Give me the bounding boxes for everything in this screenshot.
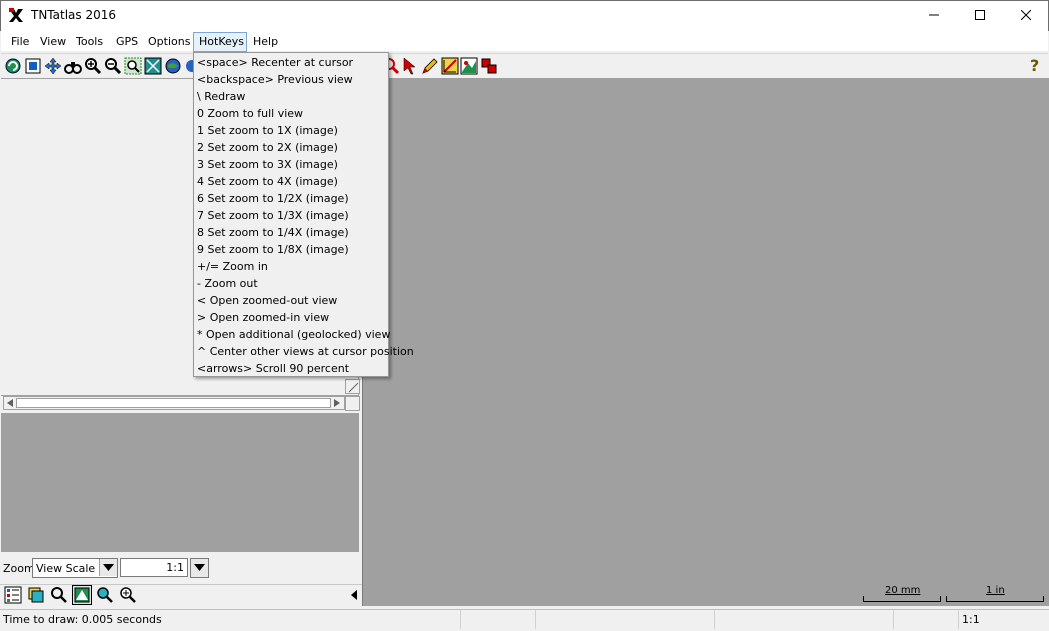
full-view-icon[interactable]	[24, 57, 42, 75]
hotkeys-item-center-other-views[interactable]: ^ Center other views at cursor position	[197, 345, 414, 358]
hotkeys-item-zoom-out[interactable]: - Zoom out	[197, 277, 258, 290]
zoom-mode-dropdown-button[interactable]	[99, 559, 117, 576]
map-view[interactable]	[362, 78, 1049, 606]
window-title: TNTatlas 2016	[31, 8, 117, 22]
scalebar-imperial	[946, 596, 1044, 602]
zoom-extents-icon[interactable]	[144, 57, 162, 75]
preview-panel	[1, 413, 359, 552]
zoom-mode-select[interactable]: View Scale	[32, 558, 118, 578]
hotkeys-item-open-zoomed-in[interactable]: > Open zoomed-in view	[197, 311, 329, 324]
hotkeys-item-recenter[interactable]: <space> Recenter at cursor	[197, 56, 353, 69]
zoom-out-icon[interactable]	[104, 57, 122, 75]
scrollbar-thumb[interactable]	[16, 398, 331, 408]
status-cell-4	[893, 610, 958, 629]
resize-grip[interactable]	[345, 379, 360, 394]
pencil-icon[interactable]	[421, 57, 439, 75]
menu-file[interactable]: File	[11, 35, 29, 48]
binoculars-icon[interactable]	[64, 57, 82, 75]
minimize-button[interactable]	[911, 0, 957, 30]
app-logo-icon	[9, 8, 23, 22]
status-scale-cell: 1:1	[958, 610, 1049, 629]
layers-icon[interactable]	[27, 586, 45, 604]
menu-options[interactable]: Options	[148, 35, 190, 48]
menu-view[interactable]: View	[40, 35, 66, 48]
maximize-button[interactable]	[957, 0, 1003, 30]
search-icon[interactable]	[50, 586, 68, 604]
hotkeys-item-zoom-quarter[interactable]: 8 Set zoom to 1/4X (image)	[197, 226, 349, 239]
corner-grip[interactable]	[345, 396, 360, 411]
zoom-in-small-icon[interactable]	[119, 586, 137, 604]
hotkeys-item-previous-view[interactable]: <backspace> Previous view	[197, 73, 353, 86]
resize-grip-icon	[348, 382, 359, 393]
hotkeys-item-scroll-90[interactable]: <arrows> Scroll 90 percent	[197, 362, 349, 375]
zoom-scale-dropdown-button[interactable]	[190, 558, 209, 578]
hotkeys-item-zoom-full[interactable]: 0 Zoom to full view	[197, 107, 303, 120]
scroll-right-icon[interactable]	[332, 398, 342, 408]
zoom-label: Zoom	[3, 562, 35, 575]
status-scale: 1:1	[962, 613, 980, 626]
zoom-mode-value: View Scale	[36, 562, 96, 575]
hotkeys-item-zoom-in[interactable]: +/= Zoom in	[197, 260, 268, 273]
status-cell-3	[714, 610, 893, 629]
status-message: Time to draw: 0.005 seconds	[3, 613, 162, 626]
map-view-icon[interactable]	[72, 585, 92, 605]
refresh-icon[interactable]	[4, 57, 22, 75]
measure-icon[interactable]	[441, 57, 459, 75]
pan-icon[interactable]	[44, 57, 62, 75]
globe-icon[interactable]	[164, 57, 182, 75]
hotkeys-menu: <space> Recenter at cursor <backspace> Pr…	[193, 52, 414, 377]
zoom-scale-input[interactable]	[120, 558, 188, 577]
menu-hotkeys[interactable]: HotKeys	[199, 35, 244, 48]
hotkeys-item-zoom-third[interactable]: 7 Set zoom to 1/3X (image)	[197, 209, 349, 222]
zoom-map-icon[interactable]	[96, 586, 114, 604]
collapse-left-icon[interactable]	[350, 590, 358, 600]
region-icon[interactable]	[460, 57, 478, 75]
scalebar-metric	[863, 596, 941, 602]
hotkeys-item-zoom-1x[interactable]: 1 Set zoom to 1X (image)	[197, 124, 338, 137]
close-icon	[1021, 10, 1031, 20]
chevron-down-icon	[194, 564, 205, 571]
scalebar-metric-label: 20 mm	[885, 585, 921, 596]
status-cell-1	[460, 610, 535, 629]
zoom-in-icon[interactable]	[84, 57, 102, 75]
zoom-box-icon[interactable]	[124, 57, 142, 75]
hotkeys-item-zoom-half[interactable]: 6 Set zoom to 1/2X (image)	[197, 192, 349, 205]
scroll-left-icon[interactable]	[5, 398, 15, 408]
menu-gps[interactable]: GPS	[116, 35, 138, 48]
legend-icon[interactable]	[4, 586, 22, 604]
select-arrow-icon[interactable]	[401, 57, 419, 75]
title-bar	[0, 0, 1049, 31]
status-cell-2	[535, 610, 714, 629]
menu-help[interactable]: Help	[253, 35, 278, 48]
hotkeys-item-open-zoomed-out[interactable]: < Open zoomed-out view	[197, 294, 337, 307]
hotkeys-item-zoom-eighth[interactable]: 9 Set zoom to 1/8X (image)	[197, 243, 349, 256]
hotkeys-item-zoom-2x[interactable]: 2 Set zoom to 2X (image)	[197, 141, 338, 154]
minimize-icon	[929, 14, 939, 16]
chevron-down-icon	[103, 564, 114, 571]
help-icon[interactable]: ?	[1030, 56, 1046, 76]
scalebar-imperial-label: 1 in	[986, 585, 1005, 596]
multi-select-icon[interactable]	[480, 57, 498, 75]
hotkeys-item-redraw[interactable]: \ Redraw	[197, 90, 245, 103]
hotkeys-item-open-geolocked[interactable]: * Open additional (geolocked) view	[197, 328, 390, 341]
maximize-icon	[975, 10, 985, 20]
close-button[interactable]	[1003, 0, 1049, 30]
horizontal-scrollbar[interactable]	[3, 396, 345, 410]
hotkeys-item-zoom-3x[interactable]: 3 Set zoom to 3X (image)	[197, 158, 338, 171]
hotkeys-item-zoom-4x[interactable]: 4 Set zoom to 4X (image)	[197, 175, 338, 188]
menu-tools[interactable]: Tools	[76, 35, 103, 48]
